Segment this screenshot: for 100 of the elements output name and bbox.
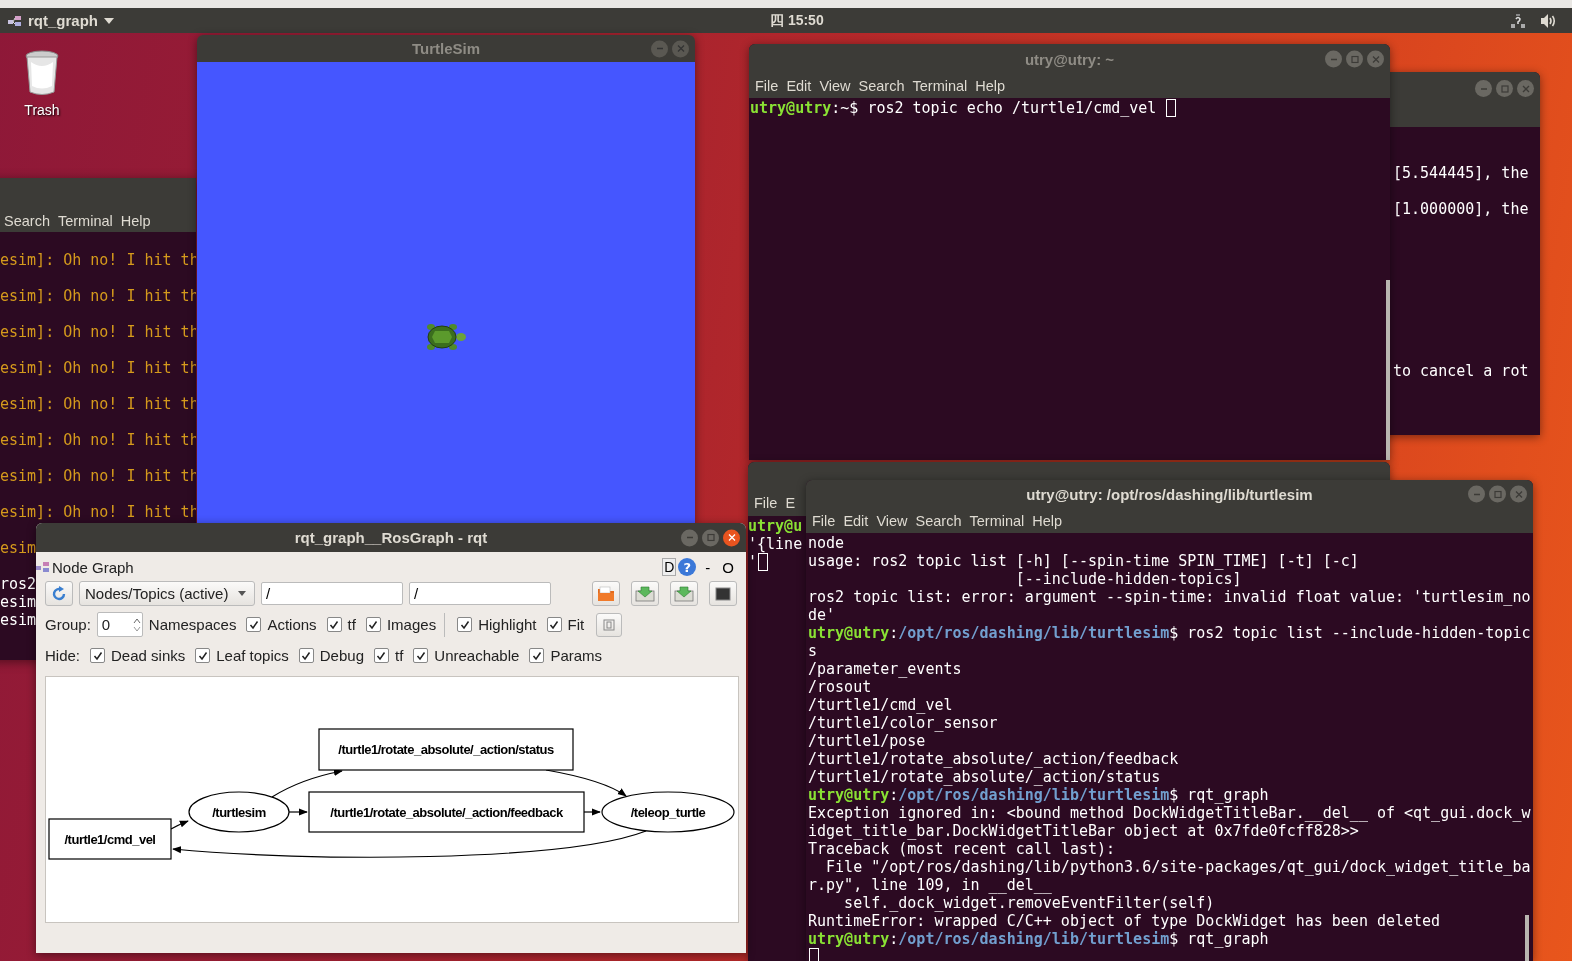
checkbox[interactable] <box>90 648 106 663</box>
screenshot-button[interactable] <box>709 581 737 606</box>
app-menu[interactable]: rqt_graph <box>0 12 122 29</box>
checkmark-icon <box>248 619 259 630</box>
menu-item[interactable]: Terminal <box>53 213 117 229</box>
menu-item[interactable]: Terminal <box>965 512 1029 529</box>
checkbox-label[interactable]: Actions <box>267 616 317 633</box>
dock-control[interactable]: O <box>719 558 737 576</box>
close-button[interactable] <box>723 529 740 546</box>
terminal-line: esim <box>0 611 37 629</box>
terminal-line: idget_title_bar.DockWidgetTitleBar object at 0x7fde0fcff828>> <box>808 822 1359 840</box>
graph-node[interactable]: /teleop_turtle <box>601 791 735 833</box>
open-file-button[interactable] <box>592 581 620 606</box>
checkbox[interactable] <box>298 648 314 663</box>
menu-item[interactable]: E <box>781 495 800 511</box>
menu-item[interactable]: Search <box>0 213 54 229</box>
checkmark-icon <box>415 650 426 661</box>
text-cursor <box>809 948 819 961</box>
terminal-line: s <box>808 642 818 660</box>
volume-icon[interactable] <box>1540 12 1558 29</box>
desktop-icon-label[interactable]: Trash <box>24 102 60 118</box>
scrollbar[interactable] <box>1525 915 1529 961</box>
maximize-button[interactable] <box>1346 50 1363 68</box>
checkbox[interactable] <box>246 617 262 632</box>
minimize-button[interactable] <box>1325 50 1342 68</box>
checkbox[interactable] <box>326 617 342 632</box>
network-icon[interactable] <box>1510 12 1526 29</box>
terminal-line: de' <box>808 606 836 624</box>
trash-icon[interactable] <box>24 50 60 96</box>
checkbox[interactable] <box>365 617 381 632</box>
menu-item[interactable]: Search <box>911 512 966 529</box>
maximize-button[interactable] <box>1489 485 1506 503</box>
minimize-button[interactable] <box>651 40 668 57</box>
checkbox-label[interactable]: Unreachable <box>434 647 520 664</box>
debug-button[interactable]: D <box>662 558 677 576</box>
checkbox-label[interactable]: Highlight <box>478 616 537 633</box>
checkbox[interactable] <box>374 648 389 663</box>
graph-topic[interactable]: /turtle1/rotate_absolute/_action/status <box>318 728 574 771</box>
filter-field[interactable]: / <box>409 582 551 605</box>
checkbox[interactable] <box>413 648 429 663</box>
menu-item[interactable]: Terminal <box>908 78 972 94</box>
save-image-button[interactable] <box>670 581 698 606</box>
terminal-line: /turtle1/color_sensor <box>808 714 998 732</box>
checkbox-label[interactable]: Fit <box>567 616 585 633</box>
window-title: utry@utry: ~ <box>1024 50 1115 68</box>
fit-view-button[interactable] <box>596 612 623 637</box>
terminal-line: /rosout <box>808 678 872 696</box>
clock[interactable]: 四 15:50 <box>770 11 824 30</box>
menu-item[interactable]: Search <box>854 78 909 94</box>
menu-item[interactable]: View <box>872 512 912 529</box>
group-spinbox[interactable]: 0 <box>96 612 143 637</box>
checkbox-label[interactable]: Dead sinks <box>111 647 186 664</box>
checkbox-label[interactable]: Images <box>386 616 437 633</box>
menu-item[interactable]: File <box>808 512 840 529</box>
checkbox[interactable] <box>457 617 473 632</box>
terminal-line: r.py", line 109, in __del__ <box>808 876 1052 894</box>
menu-item[interactable]: Edit <box>782 78 816 94</box>
close-icon <box>727 533 736 542</box>
graph-topic[interactable]: /turtle1/cmd_vel <box>48 818 172 860</box>
graph-topic[interactable]: /turtle1/rotate_absolute/_action/feedback <box>308 791 585 833</box>
checkbox-label[interactable]: Leaf topics <box>216 647 289 664</box>
checkbox-label[interactable]: tf <box>347 616 356 633</box>
terminal-line: /turtle1/cmd_vel <box>808 696 953 714</box>
menu-item[interactable]: File <box>751 78 783 94</box>
menu-item[interactable]: Edit <box>839 512 873 529</box>
menu-item[interactable]: Help <box>1028 512 1067 529</box>
filter-field[interactable]: / <box>261 582 403 605</box>
group-label: Group: <box>45 616 91 633</box>
refresh-button[interactable] <box>45 581 73 606</box>
maximize-button[interactable] <box>1496 80 1513 97</box>
checkbox-label[interactable]: Debug <box>319 647 364 664</box>
terminal-line: /parameter_events <box>808 660 962 678</box>
help-button[interactable]: ? <box>678 558 697 576</box>
namespaces-label: Namespaces <box>148 616 237 633</box>
maximize-icon <box>1500 84 1509 93</box>
graph-mode-dropdown[interactable]: Nodes/Topics (active) <box>79 581 255 606</box>
menu-item[interactable]: Help <box>116 213 155 229</box>
checkbox-label[interactable]: Params <box>550 647 603 664</box>
graph-edge <box>583 808 601 816</box>
screen-icon <box>715 586 731 601</box>
terminal-line: ros2 <box>0 575 37 593</box>
minimize-button[interactable] <box>1475 80 1492 97</box>
checkmark-icon <box>459 619 470 630</box>
checkbox[interactable] <box>195 648 211 663</box>
menu-item[interactable]: View <box>815 78 855 94</box>
checkbox[interactable] <box>529 648 545 663</box>
graph-node[interactable]: /turtlesim <box>188 791 290 833</box>
close-icon <box>676 44 685 53</box>
checkbox-label[interactable]: tf <box>395 647 404 664</box>
menu-item[interactable]: File <box>750 495 782 511</box>
save-dot-button[interactable] <box>631 581 659 606</box>
minimize-button[interactable] <box>1468 485 1485 503</box>
dock-control[interactable]: - <box>702 558 714 576</box>
minimize-button[interactable] <box>681 529 698 546</box>
terminal-line: utry@u <box>748 517 803 535</box>
terminal-line: ros2 topic list: error: argument --spin-time: invalid float value: 'turtlesim_no <box>808 588 1531 606</box>
menu-item[interactable]: Help <box>971 78 1010 94</box>
fit-icon <box>603 618 616 631</box>
scrollbar[interactable] <box>1386 280 1390 460</box>
checkbox[interactable] <box>546 617 562 632</box>
